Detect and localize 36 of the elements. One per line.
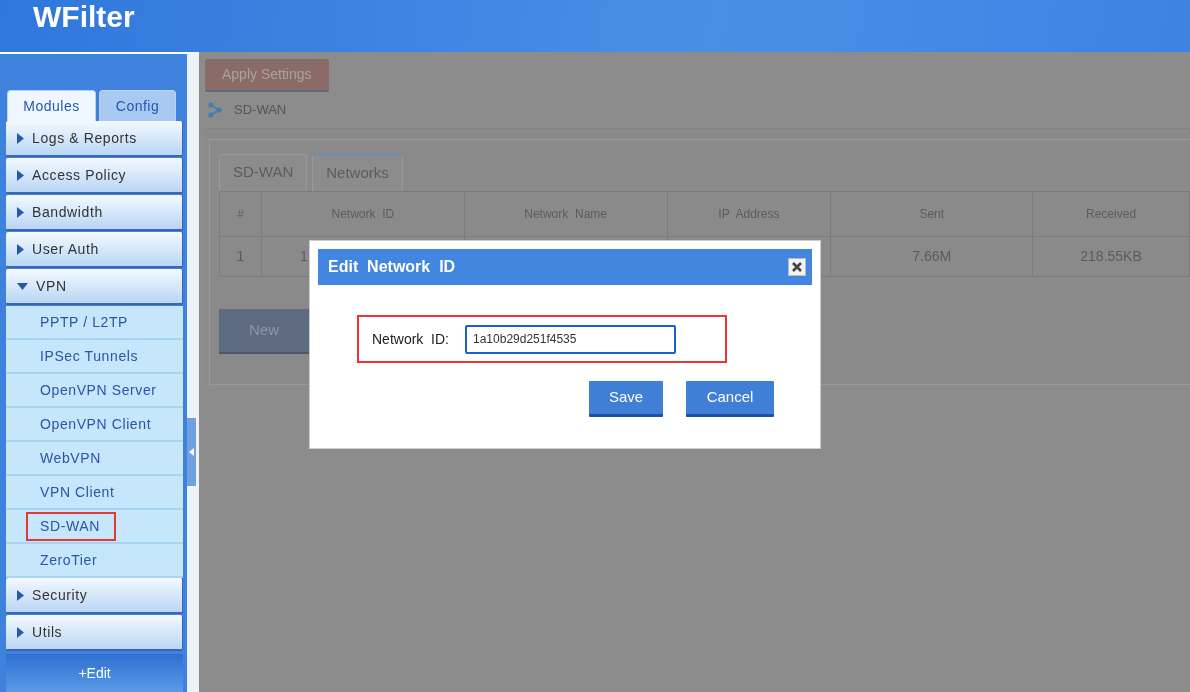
submenu-item[interactable]: OpenVPN Server [26,375,173,405]
menu-item[interactable]: Security [6,578,184,614]
caret-right-icon [17,589,24,601]
close-button[interactable] [788,258,806,276]
menu-item[interactable]: Access Policy [6,158,184,194]
share-icon [208,101,222,118]
menu-item[interactable]: VPN [6,269,184,305]
cancel-button[interactable]: Cancel [686,381,774,417]
column-header: # [219,191,262,236]
submenu-item[interactable]: IPSec Tunnels [26,341,155,371]
menu-item[interactable]: Bandwidth [6,195,184,231]
dialog-title: Edit Network ID [328,257,456,277]
caret-right-icon [17,132,24,144]
collapse-handle[interactable] [187,418,197,486]
caret-right-icon [17,243,24,255]
app-title: WFilter [33,0,135,34]
field-label: Network ID: [372,329,449,349]
submenu-item[interactable]: PPTP / L2TP [26,307,145,337]
sidebar-tab[interactable]: Modules [7,90,96,121]
menu-item[interactable]: Utils [6,615,184,651]
caret-right-icon [17,206,24,218]
edit-button[interactable]: +Edit [6,654,184,692]
save-button[interactable]: Save [589,381,663,417]
submenu-item[interactable]: VPN Client [26,477,131,507]
sidebar-tab[interactable]: Config [99,90,176,121]
menu-item[interactable]: Logs & Reports [6,121,184,157]
caret-right-icon [17,626,24,638]
submenu-item[interactable]: WebVPN [26,443,117,473]
submenu-item[interactable]: SD-WAN [26,511,116,541]
network-id-field[interactable]: 1a10b29d251f4535 [465,324,676,354]
submenu-item[interactable]: OpenVPN Client [26,409,168,439]
menu-item[interactable]: User Auth [6,232,184,268]
submenu-item[interactable]: ZeroTier [26,545,114,575]
close-icon [792,262,802,272]
caret-right-icon [17,169,24,181]
caret-down-icon [17,282,28,290]
